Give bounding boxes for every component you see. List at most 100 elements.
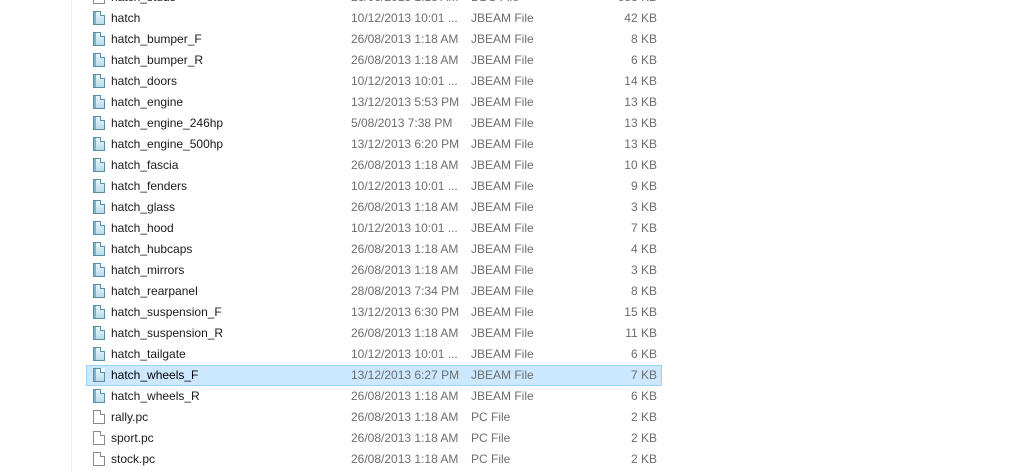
- jbeam-file-icon: [93, 179, 105, 193]
- file-name: rally.pc: [111, 410, 149, 424]
- file-row[interactable]: rally.pc 26/08/2013 1:18 AM PC File 2 KB: [86, 407, 662, 428]
- file-type: JBEAM File: [471, 179, 534, 193]
- file-row[interactable]: hatch_bumper_R 26/08/2013 1:18 AM JBEAM Fi…: [86, 50, 662, 71]
- file-date-modified: 10/12/2013 10:01 ...: [351, 347, 458, 361]
- file-type: JBEAM File: [471, 74, 534, 88]
- file-name: hatch_doors: [111, 74, 178, 88]
- file-row[interactable]: stock.pc 26/08/2013 1:18 AM PC File 2 KB: [86, 449, 662, 470]
- pc-file-icon: [93, 410, 105, 424]
- file-type: JBEAM File: [471, 95, 534, 109]
- file-icon-cell: [93, 11, 107, 26]
- file-size: 7 KB: [630, 221, 657, 235]
- file-date-modified: 26/08/2013 1:18 AM: [351, 0, 467, 7]
- file-type: JBEAM File: [471, 242, 534, 256]
- file-type: JBEAM File: [471, 53, 534, 67]
- file-row[interactable]: hatch_mirrors 26/08/2013 1:18 AM JBEAM Fil…: [86, 260, 662, 281]
- file-row[interactable]: hatch_wheels_R 26/08/2013 1:18 AM JBEAM Fi…: [86, 386, 662, 407]
- file-size: 8 KB: [630, 284, 657, 298]
- jbeam-file-icon: [93, 158, 105, 172]
- file-icon-cell: [93, 32, 107, 47]
- jbeam-file-icon: [93, 200, 105, 214]
- file-icon-cell: [93, 347, 107, 362]
- file-name: hatch_hood: [111, 221, 174, 235]
- file-icon-cell: [93, 221, 107, 236]
- file-icon-cell: [93, 137, 107, 152]
- file-name: hatch_engine_246hp: [111, 116, 224, 130]
- file-date-modified: 26/08/2013 1:18 AM: [351, 389, 459, 403]
- file-row[interactable]: hatch_fascia 26/08/2013 1:18 AM JBEAM File…: [86, 155, 662, 176]
- file-row[interactable]: hatch_wheels_F 13/12/2013 6:27 PM JBEAM Fi…: [86, 365, 662, 386]
- file-type: JBEAM File: [471, 200, 534, 214]
- file-type: JBEAM File: [471, 389, 534, 403]
- dds-file-icon: [93, 0, 105, 4]
- file-row[interactable]: hatch_engine 13/12/2013 5:53 PM JBEAM File…: [86, 92, 662, 113]
- file-size: 3 KB: [630, 263, 657, 277]
- file-icon-cell: [93, 389, 107, 404]
- file-row[interactable]: hatch_suspension_R 26/08/2013 1:18 AM JBEA…: [86, 323, 662, 344]
- file-size: 3 KB: [630, 200, 657, 214]
- file-date-modified: 10/12/2013 10:01 ...: [351, 221, 458, 235]
- file-type: JBEAM File: [471, 263, 534, 277]
- file-list[interactable]: hatch_studs 26/08/2013 1:18 AM DDS File683…: [86, 0, 662, 470]
- file-name: hatch_wheels_F: [111, 368, 199, 382]
- file-row[interactable]: hatch_fenders 10/12/2013 10:01 ... JBEAM F…: [86, 176, 662, 197]
- file-icon-cell: [93, 452, 107, 467]
- file-name: hatch_rearpanel: [111, 284, 198, 298]
- jbeam-file-icon: [93, 389, 105, 403]
- file-icon-cell: [93, 95, 107, 110]
- file-name: hatch_fenders: [111, 179, 188, 193]
- file-row[interactable]: hatch_doors 10/12/2013 10:01 ... JBEAM Fil…: [86, 71, 662, 92]
- file-row[interactable]: hatch_hubcaps 26/08/2013 1:18 AM JBEAM Fil…: [86, 239, 662, 260]
- file-name: hatch_engine: [111, 95, 184, 109]
- file-icon-cell: [93, 179, 107, 194]
- file-date-modified: 13/12/2013 6:20 PM: [351, 137, 460, 151]
- file-row[interactable]: hatch_bumper_F 26/08/2013 1:18 AM JBEAM Fi…: [86, 29, 662, 50]
- file-name: sport.pc: [111, 431, 154, 445]
- jbeam-file-icon: [93, 284, 105, 298]
- jbeam-file-icon: [93, 221, 105, 235]
- file-date-modified: 26/08/2013 1:18 AM: [351, 326, 459, 340]
- file-name: hatch: [111, 11, 141, 25]
- jbeam-file-icon: [93, 326, 105, 340]
- file-row[interactable]: hatch_hood 10/12/2013 10:01 ... JBEAM File…: [86, 218, 662, 239]
- jbeam-file-icon: [93, 368, 105, 382]
- file-icon-cell: [93, 53, 107, 68]
- pc-file-icon: [93, 431, 105, 445]
- file-date-modified: 26/08/2013 1:18 AM: [351, 200, 459, 214]
- file-date-modified: 10/12/2013 10:01 ...: [351, 179, 458, 193]
- file-type: PC File: [471, 410, 511, 424]
- file-row[interactable]: hatch_studs 26/08/2013 1:18 AM DDS File683…: [86, 0, 662, 8]
- file-icon-cell: [93, 116, 107, 131]
- file-row[interactable]: hatch_tailgate 10/12/2013 10:01 ... JBEAM …: [86, 344, 662, 365]
- file-name: stock.pc: [111, 452, 156, 466]
- jbeam-file-icon: [93, 305, 105, 319]
- file-name: hatch_glass: [111, 200, 176, 214]
- file-row[interactable]: sport.pc 26/08/2013 1:18 AM PC File 2 KB: [86, 428, 662, 449]
- file-row[interactable]: hatch_suspension_F 13/12/2013 6:30 PM JBEA…: [86, 302, 662, 323]
- file-name: hatch_mirrors: [111, 263, 185, 277]
- file-row[interactable]: hatch_engine_246hp 5/08/2013 7:38 PM JBEAM…: [86, 113, 662, 134]
- file-type: JBEAM File: [471, 11, 534, 25]
- file-type: JBEAM File: [471, 347, 534, 361]
- file-size: 6 KB: [630, 389, 657, 403]
- jbeam-file-icon: [93, 74, 105, 88]
- file-row[interactable]: hatch 10/12/2013 10:01 ... JBEAM File 42 KB: [86, 8, 662, 29]
- jbeam-file-icon: [93, 11, 105, 25]
- file-icon-cell: [93, 263, 107, 278]
- file-type: JBEAM File: [471, 368, 534, 382]
- file-size: 4 KB: [630, 242, 657, 256]
- file-row[interactable]: hatch_rearpanel 28/08/2013 7:34 PM JBEAM F…: [86, 281, 662, 302]
- file-size: 8 KB: [630, 32, 657, 46]
- file-row[interactable]: hatch_glass 26/08/2013 1:18 AM JBEAM File 3…: [86, 197, 662, 218]
- file-date-modified: 13/12/2013 6:30 PM: [351, 305, 460, 319]
- file-date-modified: 26/08/2013 1:18 AM: [351, 32, 459, 46]
- jbeam-file-icon: [93, 347, 105, 361]
- file-size: 13 KB: [624, 95, 657, 109]
- file-type: JBEAM File: [471, 137, 534, 151]
- file-date-modified: 10/12/2013 10:01 ...: [351, 74, 458, 88]
- file-row[interactable]: hatch_engine_500hp 13/12/2013 6:20 PM JBEA…: [86, 134, 662, 155]
- file-name: hatch_tailgate: [111, 347, 186, 361]
- file-size: 2 KB: [630, 452, 657, 466]
- pc-file-icon: [93, 452, 105, 466]
- file-name: hatch_wheels_R: [111, 389, 200, 403]
